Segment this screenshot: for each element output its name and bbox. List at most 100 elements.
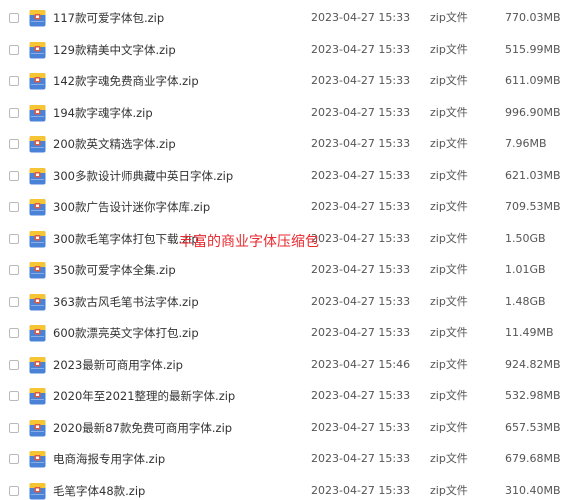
file-date: 2023-04-27 15:33 <box>311 231 411 245</box>
row-checkbox[interactable] <box>9 202 19 212</box>
file-name[interactable]: 129款精美中文字体.zip <box>53 43 176 57</box>
file-size: 611.09MB <box>505 74 561 87</box>
file-row[interactable]: 300款广告设计迷你字体库.zip 2023-04-27 15:33 zip文件 70… <box>0 195 573 221</box>
file-size: 1.50GB <box>505 231 546 245</box>
file-size: 532.98MB <box>505 389 561 402</box>
zip-archive-icon <box>29 167 46 184</box>
file-type: zip文件 <box>430 74 468 87</box>
file-type: zip文件 <box>430 231 468 245</box>
zip-archive-icon <box>29 356 46 373</box>
file-name[interactable]: 363款古风毛笔书法字体.zip <box>53 295 199 309</box>
file-date: 2023-04-27 15:33 <box>311 105 411 119</box>
row-checkbox[interactable] <box>9 328 19 338</box>
file-row[interactable]: 200款英文精选字体.zip 2023-04-27 15:33 zip文件 7.96M… <box>0 132 573 158</box>
file-type: zip文件 <box>430 11 468 24</box>
file-row[interactable]: 电商海报专用字体.zip 2023-04-27 15:33 zip文件 679.68M… <box>0 447 573 473</box>
row-checkbox[interactable] <box>9 170 19 181</box>
file-name[interactable]: 200款英文精选字体.zip <box>53 137 176 151</box>
file-type: zip文件 <box>430 263 468 276</box>
file-row[interactable]: 300多款设计师典藏中英日字体.zip 2023-04-27 15:33 zip文件… <box>0 164 573 190</box>
row-checkbox[interactable] <box>9 139 19 149</box>
file-name[interactable]: 毛笔字体48款.zip <box>53 484 145 498</box>
file-type: zip文件 <box>430 42 468 56</box>
file-type: zip文件 <box>430 483 468 497</box>
file-name[interactable]: 2023最新可商用字体.zip <box>53 358 183 372</box>
file-date: 2023-04-27 15:33 <box>311 42 411 56</box>
file-type: zip文件 <box>430 452 468 465</box>
row-checkbox[interactable] <box>9 265 19 275</box>
file-row[interactable]: 194款字魂字体.zip 2023-04-27 15:33 zip文件 996.90M… <box>0 101 573 127</box>
row-checkbox[interactable] <box>9 296 19 307</box>
file-row[interactable]: 350款可爱字体全集.zip 2023-04-27 15:33 zip文件 1.01G… <box>0 258 573 284</box>
file-size: 657.53MB <box>505 420 561 434</box>
row-checkbox[interactable] <box>9 44 19 55</box>
file-name[interactable]: 300多款设计师典藏中英日字体.zip <box>53 169 233 183</box>
zip-archive-icon <box>29 419 46 436</box>
file-type: zip文件 <box>430 137 468 150</box>
file-size: 11.49MB <box>505 326 554 339</box>
file-type: zip文件 <box>430 294 468 308</box>
file-name[interactable]: 142款字魂免费商业字体.zip <box>53 74 199 88</box>
file-row[interactable]: 2023最新可商用字体.zip 2023-04-27 15:46 zip文件 924.… <box>0 353 573 379</box>
file-name[interactable]: 电商海报专用字体.zip <box>53 452 165 466</box>
zip-archive-icon <box>29 41 46 58</box>
file-size: 7.96MB <box>505 137 547 150</box>
file-date: 2023-04-27 15:33 <box>311 263 411 276</box>
file-date: 2023-04-27 15:33 <box>311 452 411 465</box>
file-row[interactable]: 2020最新87款免费可商用字体.zip 2023-04-27 15:33 zip文… <box>0 416 573 442</box>
zip-archive-icon <box>29 73 46 90</box>
file-size: 924.82MB <box>505 357 561 371</box>
file-date: 2023-04-27 15:33 <box>311 11 411 24</box>
zip-archive-icon <box>29 104 46 121</box>
file-size: 515.99MB <box>505 42 561 56</box>
file-name[interactable]: 117款可爱字体包.zip <box>53 11 164 25</box>
row-checkbox[interactable] <box>9 454 19 464</box>
file-name[interactable]: 300款毛笔字体打包下载.zip <box>53 232 199 246</box>
file-date: 2023-04-27 15:33 <box>311 137 411 150</box>
file-date: 2023-04-27 15:33 <box>311 389 411 402</box>
file-type: zip文件 <box>430 357 468 371</box>
file-row[interactable]: 毛笔字体48款.zip 2023-04-27 15:33 zip文件 310.40MB <box>0 479 573 500</box>
file-size: 770.03MB <box>505 11 561 24</box>
file-date: 2023-04-27 15:33 <box>311 483 411 497</box>
file-date: 2023-04-27 15:33 <box>311 326 411 339</box>
row-checkbox[interactable] <box>9 76 19 86</box>
file-row[interactable]: 142款字魂免费商业字体.zip 2023-04-27 15:33 zip文件 611… <box>0 69 573 95</box>
file-type: zip文件 <box>430 389 468 402</box>
file-row[interactable]: 2020年至2021整理的最新字体.zip 2023-04-27 15:33 zip… <box>0 384 573 410</box>
row-checkbox[interactable] <box>9 391 19 401</box>
file-name[interactable]: 2020最新87款免费可商用字体.zip <box>53 421 232 435</box>
file-type: zip文件 <box>430 420 468 434</box>
row-checkbox[interactable] <box>9 13 19 23</box>
zip-archive-icon <box>29 136 46 153</box>
file-row[interactable]: 129款精美中文字体.zip 2023-04-27 15:33 zip文件 515.9… <box>0 38 573 64</box>
file-size: 1.01GB <box>505 263 546 276</box>
file-name[interactable]: 300款广告设计迷你字体库.zip <box>53 200 210 214</box>
file-size: 709.53MB <box>505 200 561 213</box>
zip-archive-icon <box>29 482 46 499</box>
file-date: 2023-04-27 15:33 <box>311 294 411 308</box>
row-checkbox[interactable] <box>9 359 19 370</box>
zip-archive-icon <box>29 199 46 216</box>
file-row[interactable]: 117款可爱字体包.zip 2023-04-27 15:33 zip文件 770.03… <box>0 6 573 32</box>
file-name[interactable]: 2020年至2021整理的最新字体.zip <box>53 389 235 403</box>
file-type: zip文件 <box>430 168 468 182</box>
file-size: 996.90MB <box>505 105 561 119</box>
file-name[interactable]: 350款可爱字体全集.zip <box>53 263 176 277</box>
row-checkbox[interactable] <box>9 233 19 244</box>
zip-archive-icon <box>29 10 46 27</box>
file-size: 621.03MB <box>505 168 561 182</box>
file-date: 2023-04-27 15:33 <box>311 420 411 434</box>
row-checkbox[interactable] <box>9 422 19 433</box>
file-name[interactable]: 194款字魂字体.zip <box>53 106 153 120</box>
file-date: 2023-04-27 15:33 <box>311 200 411 213</box>
row-checkbox[interactable] <box>9 485 19 496</box>
row-checkbox[interactable] <box>9 107 19 118</box>
file-name[interactable]: 600款漂亮英文字体打包.zip <box>53 326 199 340</box>
zip-archive-icon <box>29 325 46 342</box>
file-row[interactable]: 600款漂亮英文字体打包.zip 2023-04-27 15:33 zip文件 11.… <box>0 321 573 347</box>
file-date: 2023-04-27 15:46 <box>311 357 411 371</box>
zip-archive-icon <box>29 230 46 247</box>
file-row[interactable]: 363款古风毛笔书法字体.zip 2023-04-27 15:33 zip文件 1.4… <box>0 290 573 316</box>
file-type: zip文件 <box>430 200 468 213</box>
